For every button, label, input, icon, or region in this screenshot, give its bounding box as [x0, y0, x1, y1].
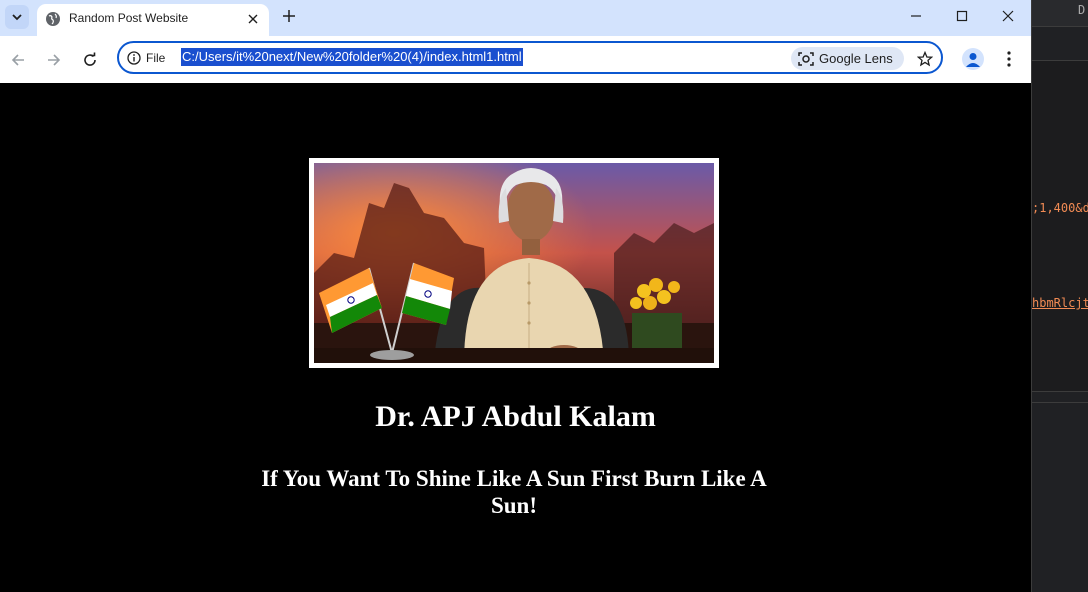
- devtools-panel: D ;1,400&d hbmRlcjt: [1031, 0, 1088, 592]
- avatar-icon: [966, 53, 980, 67]
- bookmark-button[interactable]: [915, 49, 935, 69]
- devtools-code-link[interactable]: hbmRlcjt: [1032, 296, 1088, 310]
- maximize-button[interactable]: [939, 0, 985, 32]
- forward-button[interactable]: [42, 48, 66, 72]
- quote-text: If You Want To Shine Like A Sun First Bu…: [261, 466, 767, 518]
- reload-button[interactable]: [78, 48, 102, 72]
- devtools-toolbar: D: [1032, 0, 1088, 27]
- menu-button[interactable]: [999, 48, 1019, 70]
- minimize-button[interactable]: [893, 0, 939, 32]
- star-icon: [917, 51, 933, 67]
- info-icon: [127, 51, 141, 65]
- new-tab-button[interactable]: [279, 6, 299, 26]
- address-bar[interactable]: File C:/Users/it%20next/New%20folder%20(…: [117, 41, 943, 74]
- site-info-label: File: [146, 51, 166, 65]
- arrow-left-icon: [11, 54, 24, 66]
- tab-close-button[interactable]: [244, 10, 262, 28]
- close-icon: [1002, 10, 1014, 22]
- devtools-divider: [1032, 402, 1088, 403]
- minimize-icon: [911, 15, 921, 17]
- back-button[interactable]: [6, 48, 30, 72]
- browser-window: Random Post Website File C:/Users/it%20n…: [0, 0, 1031, 592]
- tab-strip: Random Post Website: [0, 0, 1031, 36]
- profile-button[interactable]: [962, 48, 984, 70]
- browser-toolbar: File C:/Users/it%20next/New%20folder%20(…: [0, 36, 1031, 83]
- chevron-down-icon: [12, 14, 22, 21]
- page-heading: Dr. APJ Abdul Kalam: [375, 400, 656, 433]
- portrait-photo: [314, 163, 714, 363]
- maximize-icon: [956, 10, 968, 22]
- close-icon: [248, 14, 258, 24]
- tab-search-button[interactable]: [5, 5, 29, 29]
- tab-title: Random Post Website: [69, 11, 189, 25]
- photo-frame: [309, 158, 719, 368]
- url-text[interactable]: C:/Users/it%20next/New%20folder%20(4)/in…: [181, 48, 523, 66]
- site-info-chip[interactable]: File: [127, 49, 165, 67]
- google-lens-button[interactable]: Google Lens: [791, 47, 904, 70]
- tab-random-post-website[interactable]: Random Post Website: [37, 4, 269, 36]
- devtools-source-pane: ;1,400&d hbmRlcjt: [1032, 60, 1088, 392]
- devtools-code-line[interactable]: ;1,400&d: [1032, 201, 1088, 215]
- arrow-right-icon: [48, 54, 61, 66]
- more-vertical-icon: [1007, 51, 1011, 67]
- lens-label: Google Lens: [819, 51, 893, 66]
- plus-icon: [283, 10, 295, 22]
- close-window-button[interactable]: [985, 0, 1031, 32]
- lens-icon: [798, 51, 814, 66]
- devtools-toolbar-glyph: D: [1078, 3, 1086, 17]
- globe-icon: [46, 12, 60, 26]
- page-content: Dr. APJ Abdul Kalam If You Want To Shine…: [0, 83, 1031, 592]
- reload-icon: [84, 52, 96, 66]
